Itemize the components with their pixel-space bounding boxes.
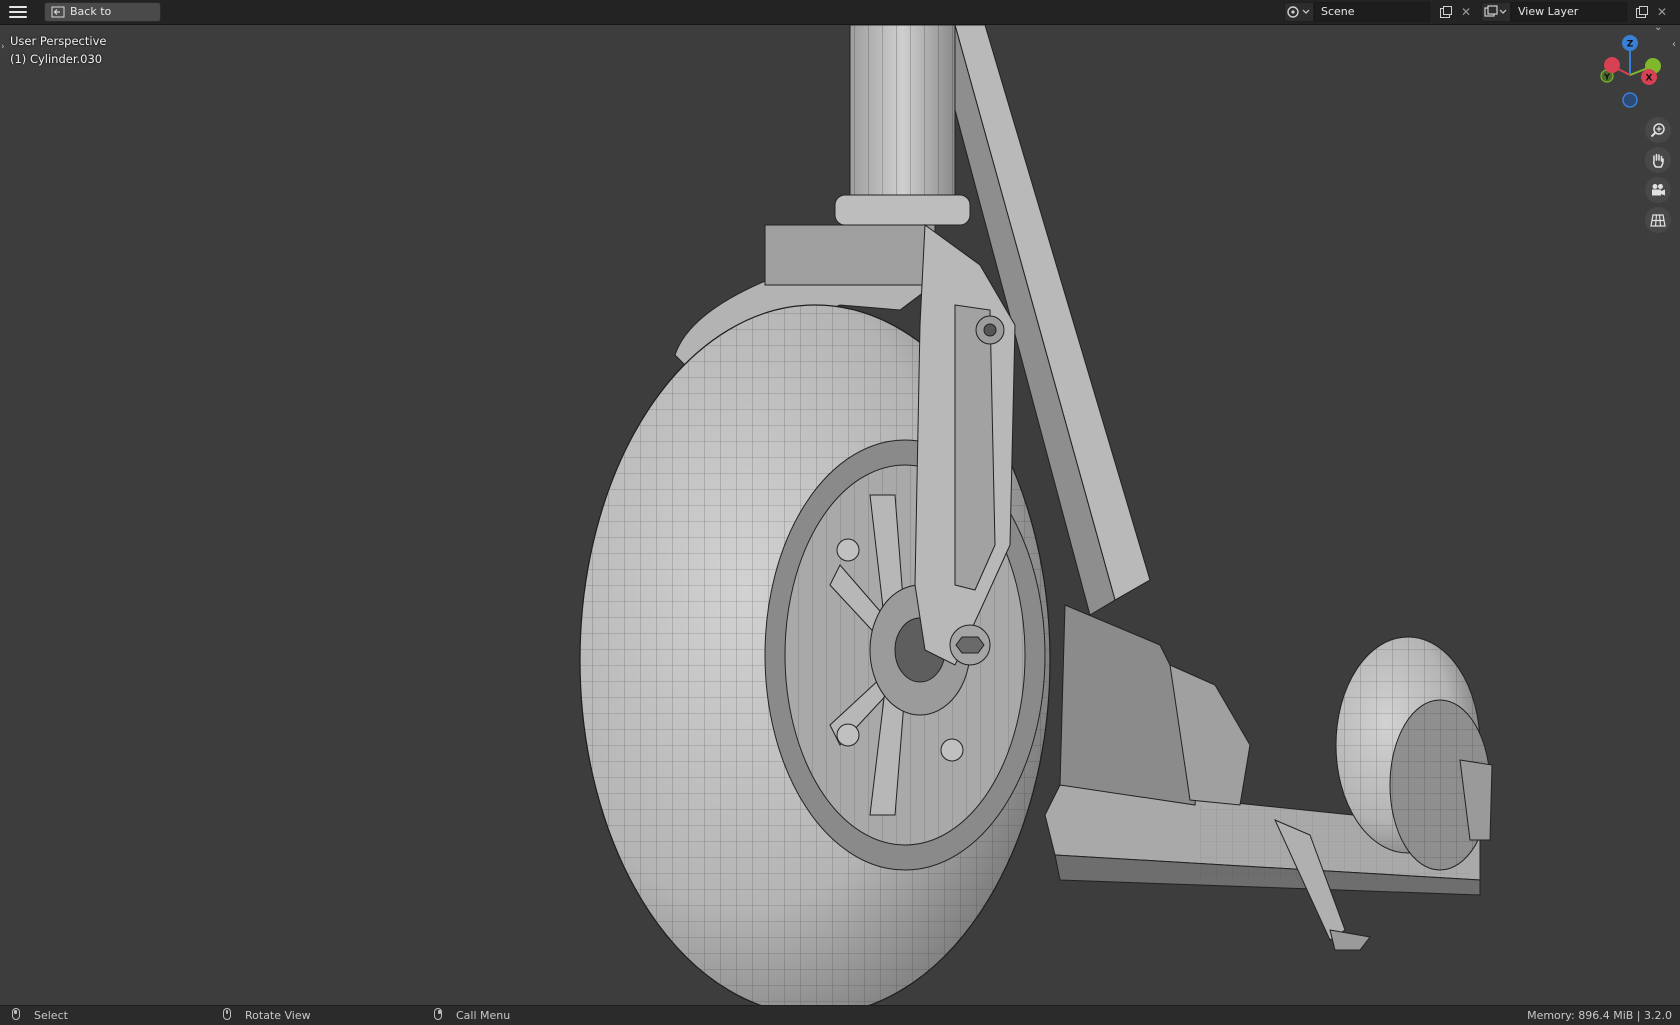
top-header-bar: Back to Previous Scene ✕ View Layer bbox=[0, 0, 1680, 36]
neg-x-axis-handle[interactable] bbox=[1604, 57, 1620, 73]
mouse-middle-icon bbox=[223, 1008, 231, 1020]
status-call-menu: Call Menu bbox=[456, 1009, 511, 1022]
scene-name-field[interactable]: Scene bbox=[1314, 2, 1430, 22]
hand-icon[interactable] bbox=[1645, 147, 1671, 173]
navigation-gizmo[interactable]: Z X Y bbox=[1590, 35, 1670, 115]
view-layer-icon[interactable] bbox=[1481, 2, 1511, 22]
delete-view-layer-icon[interactable]: ✕ bbox=[1652, 2, 1672, 22]
z-axis-label: Z bbox=[1627, 40, 1634, 50]
neg-z-axis-handle[interactable] bbox=[1622, 92, 1638, 108]
y-axis-label: Y bbox=[1603, 73, 1610, 82]
memory-version-label: Memory: 896.4 MiB | 3.2.0 bbox=[1527, 1009, 1672, 1022]
status-bar: Select Rotate View Call Menu Memory: 896… bbox=[0, 1005, 1680, 1025]
mouse-right-icon bbox=[434, 1008, 442, 1020]
zoom-icon[interactable] bbox=[1645, 117, 1671, 143]
delete-scene-icon[interactable]: ✕ bbox=[1456, 2, 1476, 22]
scooter-3d-model[interactable] bbox=[0, 25, 1680, 1010]
status-rotate-view: Rotate View bbox=[245, 1009, 311, 1022]
back-to-previous-button[interactable]: Back to Previous bbox=[44, 2, 161, 36]
scene-icon[interactable] bbox=[1284, 2, 1314, 22]
mouse-left-icon bbox=[12, 1008, 20, 1020]
grid-icon[interactable] bbox=[1645, 207, 1671, 233]
camera-icon[interactable] bbox=[1645, 177, 1671, 203]
x-axis-label: X bbox=[1646, 74, 1653, 84]
view-layer-name-field[interactable]: View Layer bbox=[1511, 2, 1627, 22]
back-arrow-icon bbox=[51, 6, 65, 18]
scene-selector[interactable]: Scene ✕ bbox=[1284, 2, 1494, 22]
hamburger-menu-icon[interactable] bbox=[7, 3, 29, 21]
new-view-layer-icon[interactable] bbox=[1632, 2, 1652, 22]
view-layer-selector[interactable]: View Layer ✕ bbox=[1481, 2, 1680, 22]
status-select: Select bbox=[34, 1009, 68, 1022]
new-scene-icon[interactable] bbox=[1436, 2, 1456, 22]
3d-viewport[interactable]: › User Perspective (1) Cylinder.030 ‹ ⌄ bbox=[0, 25, 1680, 1010]
